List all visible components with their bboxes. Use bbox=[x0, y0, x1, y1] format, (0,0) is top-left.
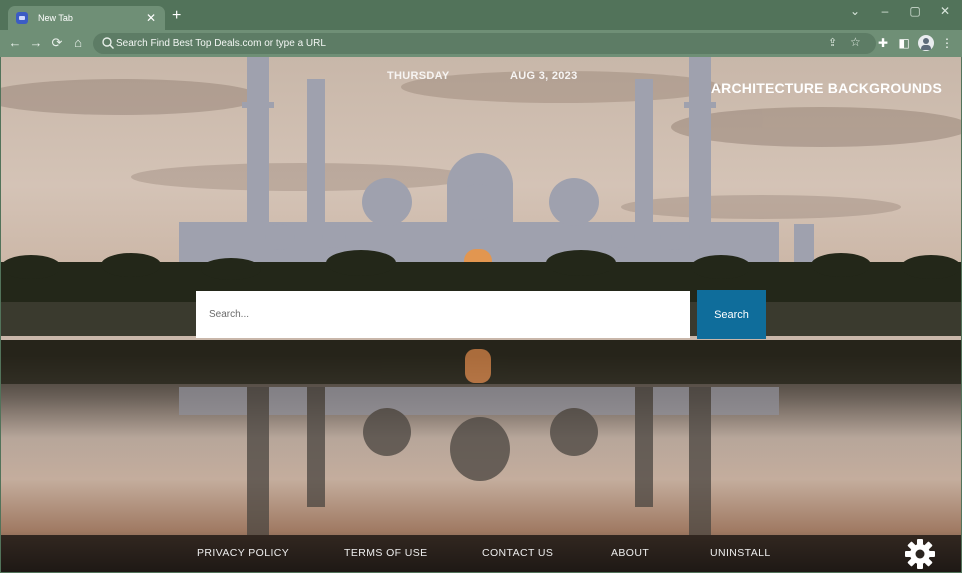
footer-link-uninstall[interactable]: UNINSTALL bbox=[710, 547, 771, 559]
footer-link-about[interactable]: ABOUT bbox=[611, 547, 649, 559]
footer-bar: PRIVACY POLICY TERMS OF USE CONTACT US A… bbox=[1, 535, 961, 572]
day-label: THURSDAY bbox=[387, 70, 450, 82]
background-title[interactable]: ARCHITECTURE BACKGROUNDS bbox=[711, 80, 942, 96]
page-viewport: THURSDAY AUG 3, 2023 ARCHITECTURE BACKGR… bbox=[1, 57, 961, 572]
forward-icon[interactable]: → bbox=[27, 34, 45, 52]
search-button[interactable]: Search bbox=[697, 290, 766, 339]
footer-link-contact-us[interactable]: CONTACT US bbox=[482, 547, 553, 559]
address-bar-placeholder: Search Find Best Top Deals.com or type a… bbox=[116, 38, 326, 49]
address-bar[interactable]: Search Find Best Top Deals.com or type a… bbox=[93, 33, 876, 54]
date-label: AUG 3, 2023 bbox=[510, 70, 578, 82]
share-icon[interactable]: ⇪ bbox=[828, 36, 842, 50]
gear-icon[interactable] bbox=[904, 538, 936, 570]
extensions-icon[interactable]: ✚ bbox=[875, 35, 891, 51]
star-icon[interactable]: ☆ bbox=[850, 35, 861, 49]
minimize-icon[interactable]: – bbox=[870, 2, 900, 20]
chevron-down-icon[interactable]: ⌄ bbox=[840, 2, 870, 20]
plus-icon[interactable]: + bbox=[172, 7, 181, 25]
tab-favicon-icon bbox=[16, 12, 28, 24]
back-icon[interactable]: ← bbox=[6, 34, 24, 52]
reflection bbox=[1, 340, 961, 535]
home-icon[interactable]: ⌂ bbox=[69, 34, 87, 52]
footer-link-terms-of-use[interactable]: TERMS OF USE bbox=[344, 547, 428, 559]
close-icon[interactable]: ✕ bbox=[145, 11, 157, 25]
browser-toolbar: ← → ⟳ ⌂ Search Find Best Top Deals.com o… bbox=[0, 30, 962, 57]
profile-icon[interactable] bbox=[918, 35, 934, 51]
side-panel-icon[interactable]: ◧ bbox=[896, 35, 912, 51]
maximize-icon[interactable]: ▢ bbox=[900, 2, 930, 20]
tab-title: New Tab bbox=[38, 13, 73, 23]
search-icon bbox=[102, 37, 114, 49]
window-close-icon[interactable]: ✕ bbox=[930, 2, 960, 20]
reload-icon[interactable]: ⟳ bbox=[48, 34, 66, 52]
search-input[interactable] bbox=[196, 291, 690, 338]
browser-tab[interactable]: New Tab ✕ bbox=[8, 6, 165, 30]
menu-icon[interactable]: ⋮ bbox=[939, 35, 955, 51]
footer-link-privacy-policy[interactable]: PRIVACY POLICY bbox=[197, 547, 289, 559]
browser-titlebar: New Tab ✕ + ⌄ – ▢ ✕ bbox=[0, 0, 962, 30]
